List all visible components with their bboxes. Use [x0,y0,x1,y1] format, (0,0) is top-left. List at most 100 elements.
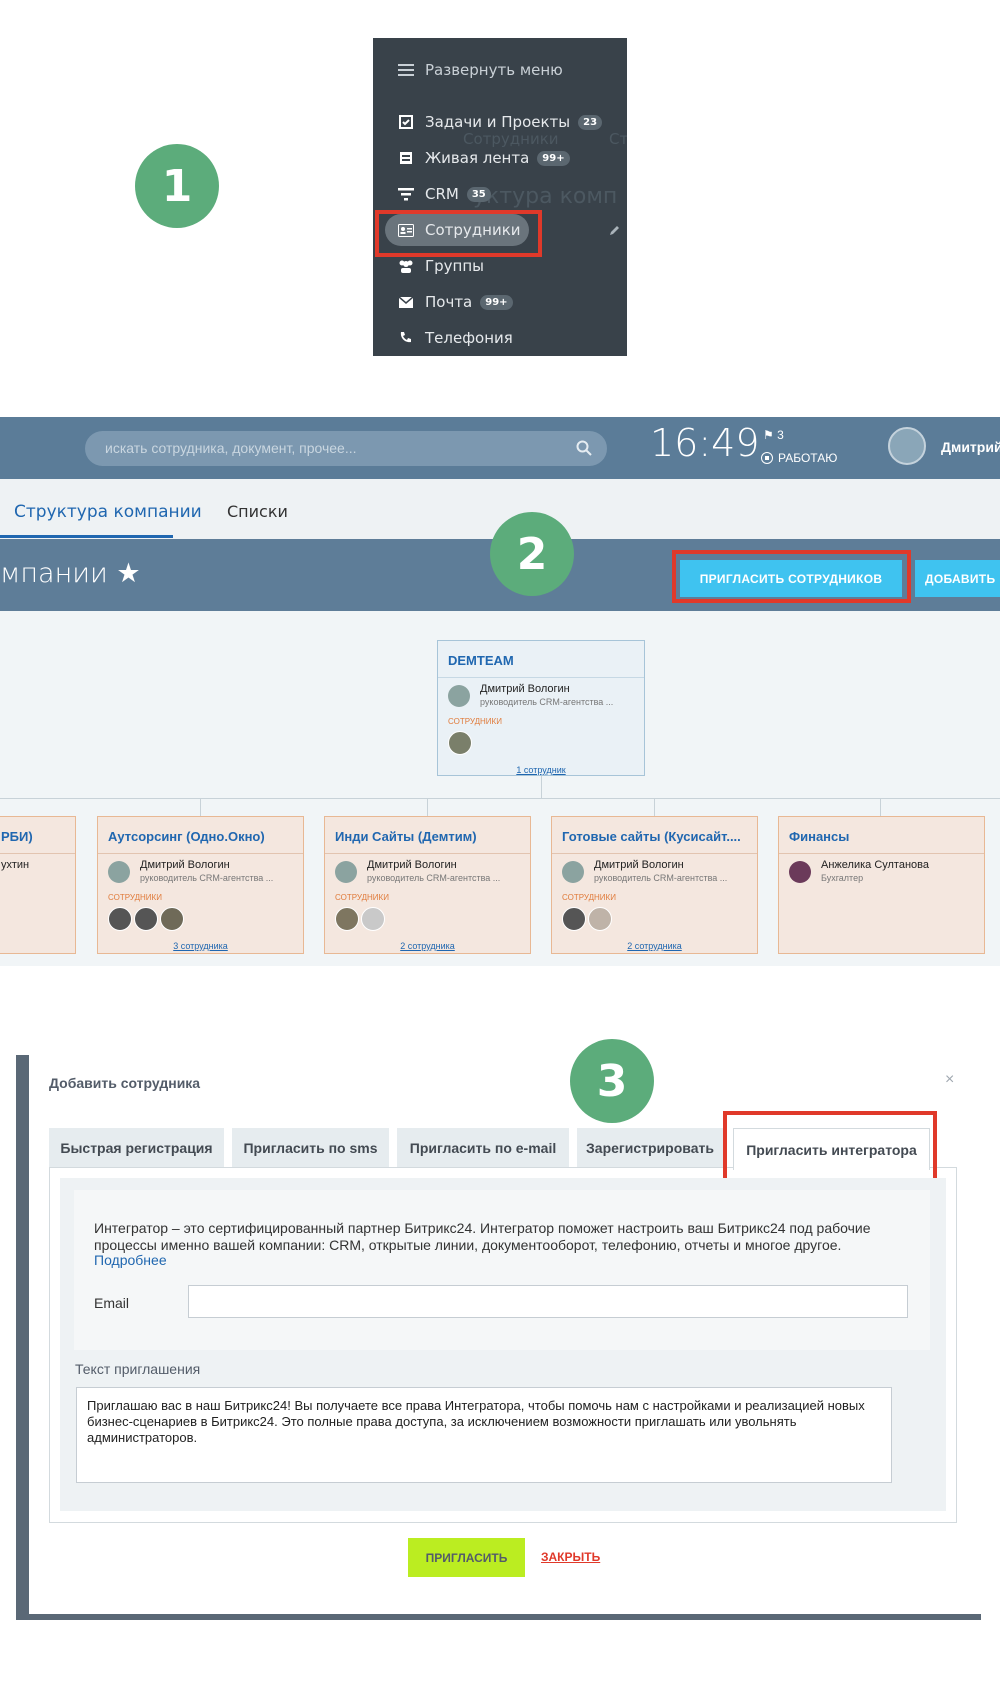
tab-company-structure[interactable]: Структура компании [14,502,202,522]
step-1-badge: 1 [135,144,219,228]
more-link[interactable]: Подробнее [94,1252,167,1268]
invite-text-field[interactable]: Приглашаю вас в наш Битрикс24! Вы получа… [76,1387,892,1483]
connector [880,798,881,816]
integrator-info-text: Интегратор – это сертифицированный партн… [94,1220,871,1253]
employee-avatars [108,907,184,931]
tab-quick-registration[interactable]: Быстрая регистрация [49,1128,224,1168]
dialog-title: Добавить сотрудника [49,1075,201,1091]
employee-count-link[interactable]: 1 сотрудник [438,765,644,775]
divider [98,853,303,854]
divider [325,853,530,854]
menu-item-label: Группы [425,257,485,275]
counter-badge: 35 [466,186,491,202]
flag-counter[interactable]: ⚑ 3 [763,428,784,442]
employee-count-link[interactable]: 3 сотрудника [98,941,303,951]
tab-lists[interactable]: Списки [227,502,288,521]
work-status[interactable]: РАБОТАЮ [761,451,837,465]
employees-label: СОТРУДНИКИ [562,893,616,902]
head-role: руководитель CRM-агентства ... [140,873,274,883]
department-name[interactable]: Финансы [789,829,849,844]
employee-count-link[interactable]: 2 сотрудника [325,941,530,951]
flag-icon: ⚑ [763,428,774,442]
avatar[interactable] [335,907,359,931]
avatar[interactable] [108,907,132,931]
menu-item-label: Телефония [425,329,513,347]
avatar[interactable] [789,861,811,883]
email-field[interactable] [188,1285,908,1318]
stop-icon [761,452,773,464]
invite-text-label: Текст приглашения [75,1361,201,1377]
step-3-badge: 3 [570,1039,654,1123]
menu-item-mail[interactable]: Почта 99+ [373,284,627,320]
tab-invite-sms[interactable]: Пригласить по sms [232,1128,389,1168]
avatar[interactable] [562,861,584,883]
head-name[interactable]: Дмитрий Вологин [367,859,457,871]
counter-badge: 23 [578,114,603,130]
expand-menu-label: Развернуть меню [425,61,563,79]
head-name[interactable]: Дмитрий Вологин [480,683,570,695]
divider [779,853,984,854]
user-avatar[interactable] [888,427,926,465]
department-name[interactable]: DEMTEAM [448,653,514,668]
head-name[interactable]: Анжелика Султанова [821,859,929,871]
menu-item-label: Почта [425,293,473,311]
avatar[interactable] [134,907,158,931]
head-role: руководитель CRM-агентства ... [594,873,728,883]
avatar[interactable] [335,861,357,883]
close-button[interactable]: ЗАКРЫТЬ [541,1550,600,1564]
employees-card-icon [397,221,415,239]
edit-pencil-icon[interactable] [609,222,621,240]
department-card-root[interactable]: DEMTEAM Дмитрий Вологин руководитель CRM… [437,640,645,776]
employee-avatars [562,907,612,931]
avatar[interactable] [448,731,472,755]
tab-register[interactable]: Зарегистрировать [577,1128,723,1168]
groups-icon [397,257,415,275]
department-card-partial[interactable]: РБИ) ухтин [0,816,76,954]
menu-item-crm[interactable]: CRM 35 [373,176,627,212]
tasks-icon [397,113,415,131]
add-button[interactable]: ДОБАВИТЬ [915,560,1000,597]
user-name[interactable]: Дмитрий [941,439,1000,455]
menu-item-feed[interactable]: Живая лента 99+ [373,140,627,176]
department-card[interactable]: Инди Сайты (Демтим) Дмитрий Вологин руко… [324,816,531,954]
divider [0,853,75,854]
menu-item-label: Задачи и Проекты [425,113,571,131]
info-box [74,1190,930,1350]
department-name[interactable]: Аутсорсинг (Одно.Окно) [108,829,265,844]
search-input[interactable]: искать сотрудника, документ, прочее... [85,431,607,466]
avatar[interactable] [562,907,586,931]
department-name[interactable]: Готовые сайты (Кусисайт.... [562,829,741,844]
connector [200,798,201,816]
search-icon[interactable] [576,440,592,461]
invite-button[interactable]: ПРИГЛАСИТЬ [408,1538,525,1577]
menu-item-telephony[interactable]: Телефония [373,320,627,356]
tab-invite-email[interactable]: Пригласить по e-mail [397,1128,569,1168]
menu-item-tasks[interactable]: Задачи и Проекты 23 [373,104,627,140]
department-name[interactable]: РБИ) [1,829,33,844]
hamburger-icon [397,61,415,79]
left-menu: Сотрудники Ст уктура комп Развернуть мен… [373,38,627,356]
highlight-invite-button [672,550,911,603]
department-name[interactable]: Инди Сайты (Демтим) [335,829,477,844]
department-card[interactable]: Готовые сайты (Кусисайт.... Дмитрий Воло… [551,816,758,954]
department-card[interactable]: Аутсорсинг (Одно.Окно) Дмитрий Вологин р… [97,816,304,954]
avatar[interactable] [361,907,385,931]
avatar[interactable] [588,907,612,931]
head-name[interactable]: Дмитрий Вологин [594,859,684,871]
expand-menu-button[interactable]: Развернуть меню [373,52,627,88]
email-label: Email [94,1295,130,1311]
head-name[interactable]: ухтин [1,859,29,871]
employees-label: СОТРУДНИКИ [335,893,389,902]
avatar[interactable] [160,907,184,931]
employee-avatars [335,907,385,931]
employee-count-link[interactable]: 2 сотрудника [552,941,757,951]
avatar[interactable] [448,685,470,707]
counter-badge: 99+ [537,150,570,166]
counter-badge: 99+ [480,294,513,310]
close-icon[interactable]: × [945,1071,954,1089]
feed-icon [397,149,415,167]
avatar[interactable] [108,861,130,883]
connector [654,798,655,816]
department-card[interactable]: Финансы Анжелика Султанова Бухгалтер [778,816,985,954]
head-name[interactable]: Дмитрий Вологин [140,859,230,871]
